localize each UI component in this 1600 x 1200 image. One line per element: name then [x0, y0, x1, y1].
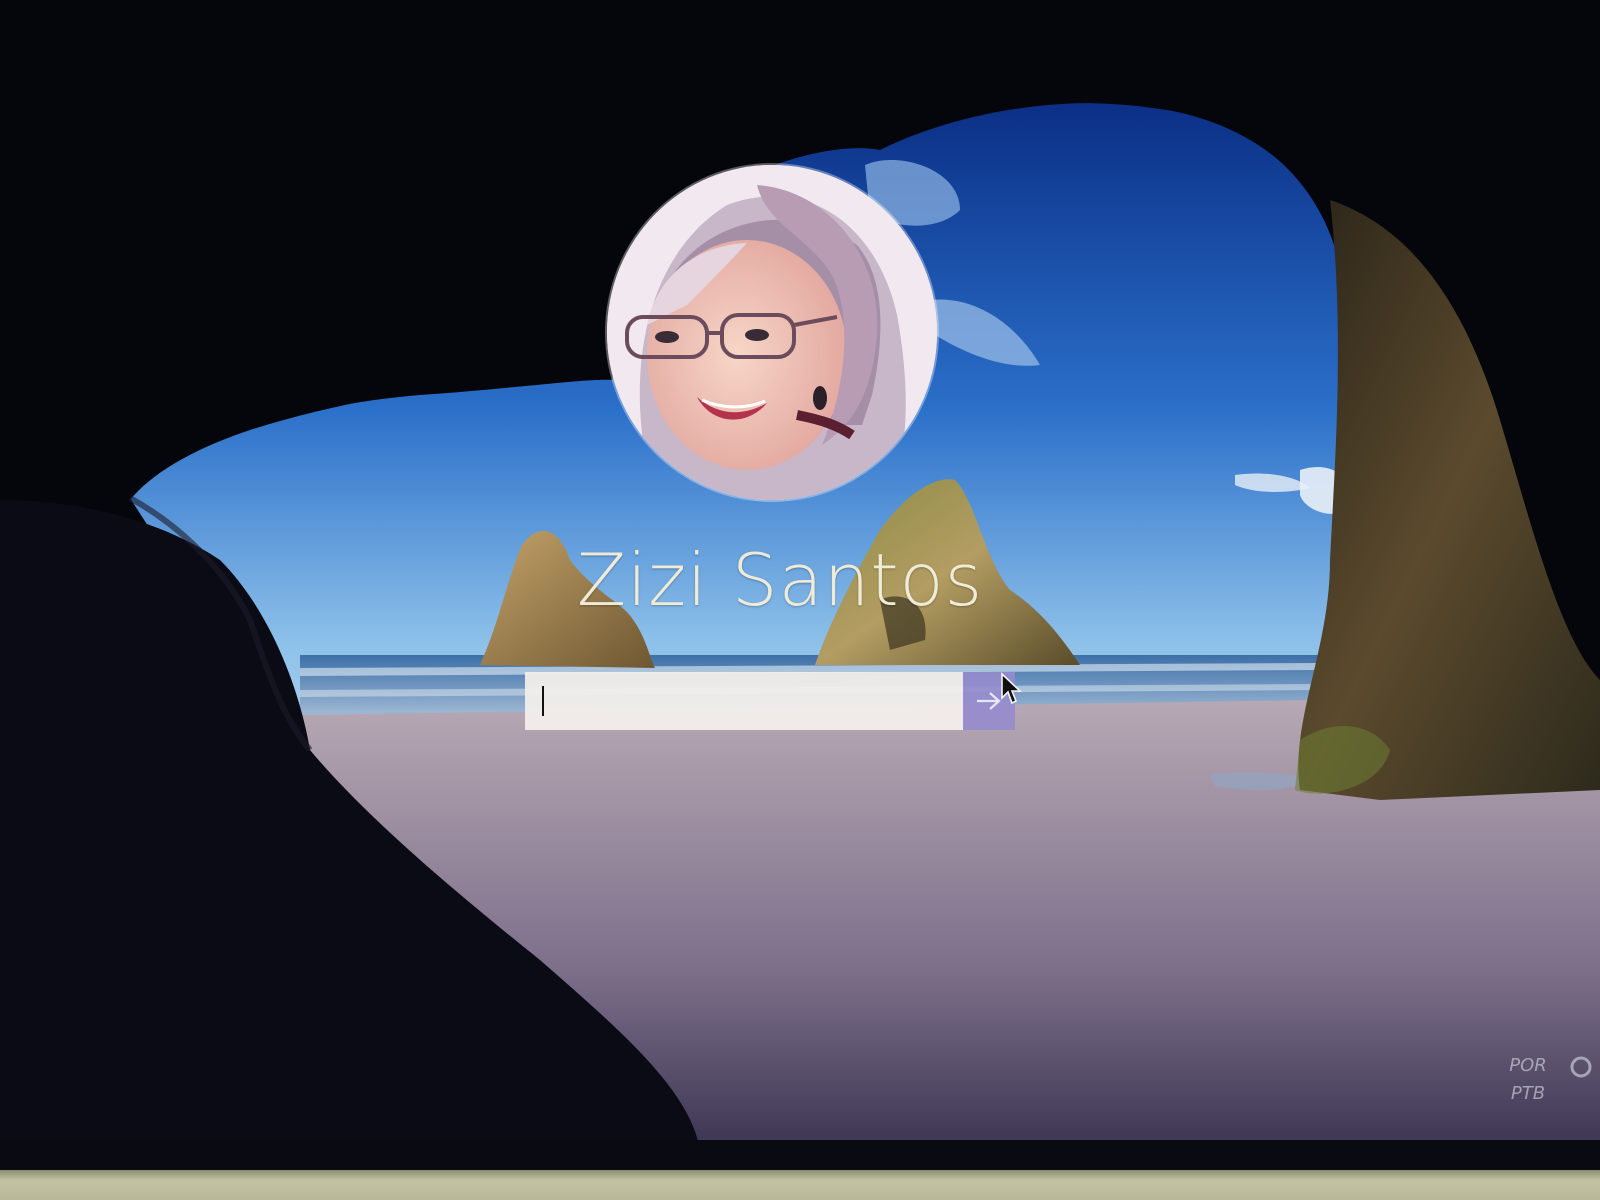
user-avatar [607, 165, 937, 500]
user-name: Zizi Santos [576, 538, 984, 622]
lock-screen: Zizi Santos POR PTB [0, 0, 1600, 1200]
language-indicator[interactable]: POR PTB [1500, 1052, 1556, 1108]
arrow-right-icon [977, 692, 1001, 710]
text-caret [542, 686, 544, 716]
monitor-bezel [0, 1170, 1600, 1200]
network-icon[interactable] [1568, 1054, 1594, 1080]
language-code: POR [1509, 1055, 1547, 1076]
keyboard-layout: PTB [1510, 1083, 1546, 1104]
password-box [525, 672, 1015, 730]
password-field-wrapper [525, 672, 963, 730]
password-input[interactable] [525, 672, 963, 730]
mouse-pointer-icon [1001, 672, 1022, 705]
user-photo [607, 165, 937, 500]
